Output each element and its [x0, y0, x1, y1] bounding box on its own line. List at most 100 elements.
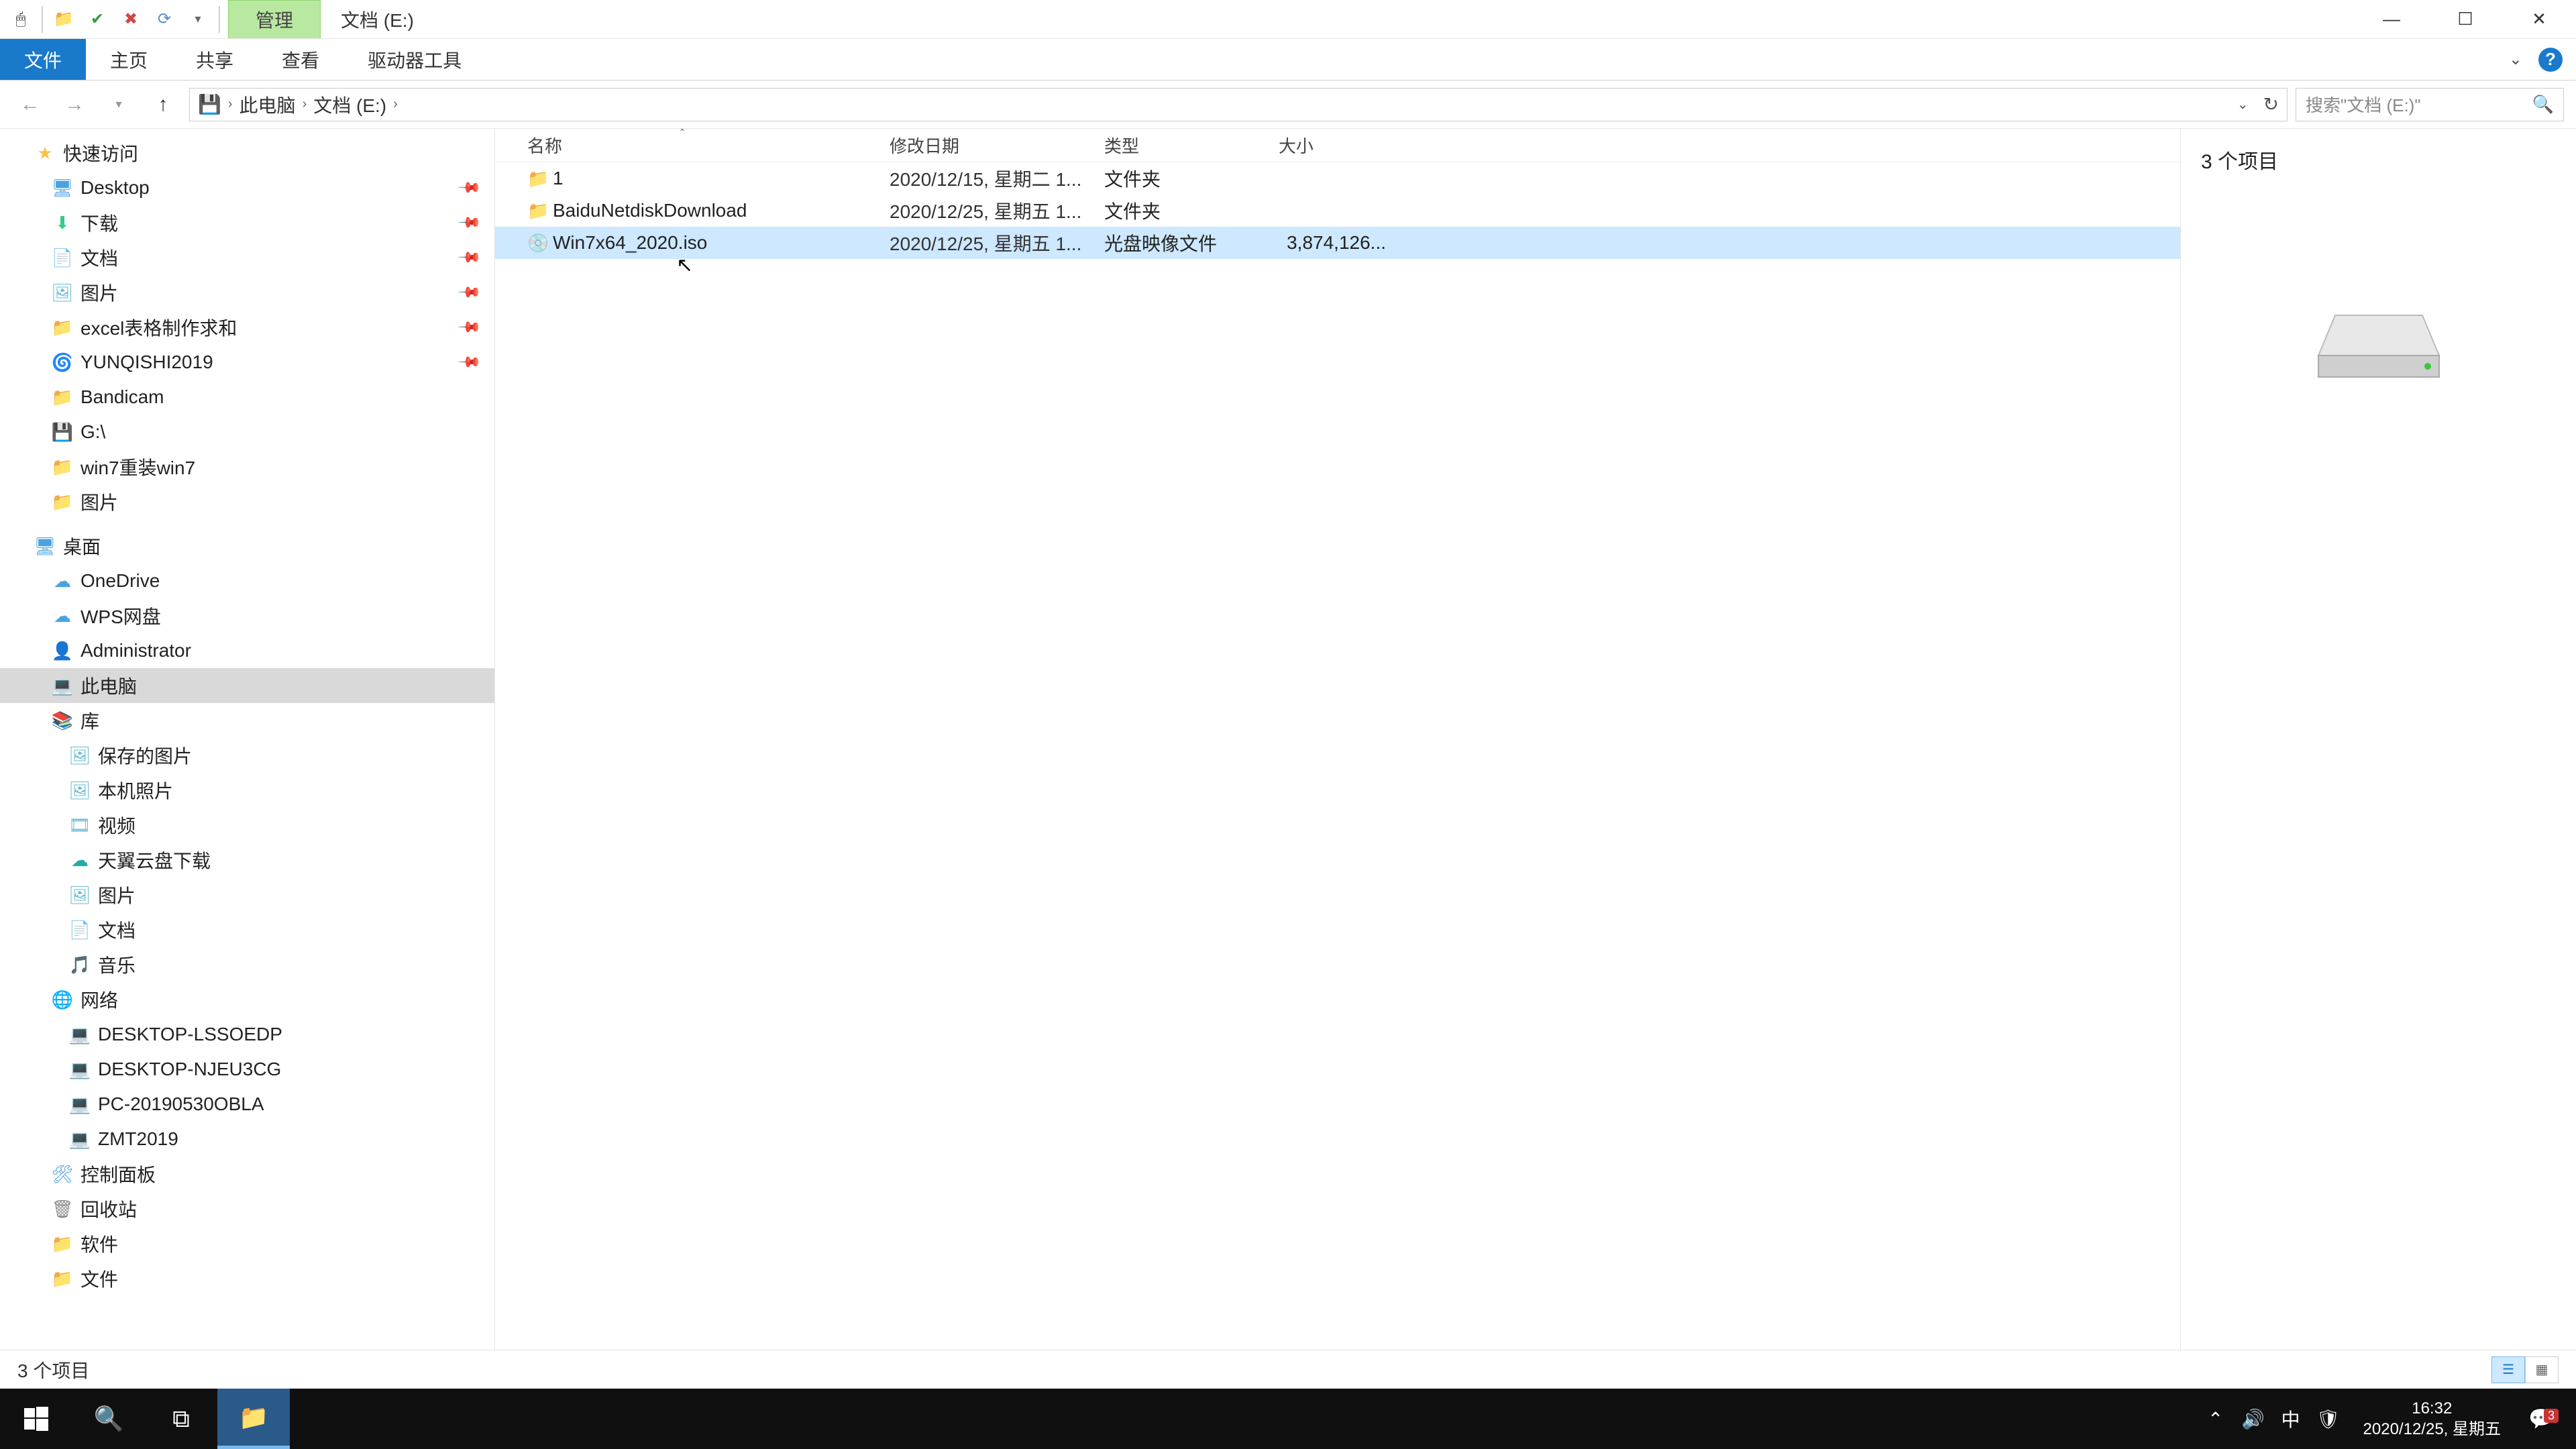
task-view-button[interactable]: ⧉: [145, 1389, 217, 1449]
tray-overflow-icon[interactable]: ⌃: [2197, 1408, 2235, 1430]
view-details-button[interactable]: ☰: [2491, 1356, 2525, 1383]
maximize-button[interactable]: ☐: [2428, 0, 2502, 38]
breadcrumb-this-pc[interactable]: 此电脑: [239, 91, 296, 118]
qat-new-folder-icon[interactable]: 📁: [47, 0, 80, 38]
file-explorer-taskbar-button[interactable]: 📁: [217, 1389, 290, 1449]
tree-item[interactable]: 📁win7重装win7: [0, 449, 494, 484]
tree-item[interactable]: 👤Administrator: [0, 633, 494, 668]
tree-item[interactable]: 🖼保存的图片: [0, 738, 494, 773]
tree-item[interactable]: 📁图片: [0, 484, 494, 519]
file-row[interactable]: 📁BaiduNetdiskDownload2020/12/25, 星期五 1..…: [495, 195, 2180, 227]
recent-locations-dropdown[interactable]: ▾: [101, 87, 137, 123]
ime-indicator[interactable]: 中: [2272, 1405, 2310, 1432]
tree-item[interactable]: 🎞视频: [0, 808, 494, 843]
file-type: 文件夹: [1104, 165, 1279, 192]
qat-customize-dropdown-icon[interactable]: ▾: [181, 0, 215, 38]
tree-item[interactable]: 🖼本机照片: [0, 773, 494, 808]
tree-item[interactable]: 📁软件: [0, 1226, 494, 1261]
tree-item[interactable]: 💾G:\: [0, 415, 494, 449]
search-button[interactable]: 🔍: [72, 1389, 145, 1449]
tree-label: 文件: [80, 1265, 118, 1292]
tree-item-icon: 🛠: [52, 1164, 72, 1185]
tree-item[interactable]: 💻PC-20190530OBLA: [0, 1087, 494, 1122]
refresh-icon[interactable]: ↻: [2263, 93, 2279, 115]
tree-item[interactable]: ☁天翼云盘下载: [0, 843, 494, 877]
tree-label: 控制面板: [80, 1161, 156, 1187]
tree-item[interactable]: 💻此电脑: [0, 668, 494, 703]
tree-item[interactable]: 📄文档📌: [0, 240, 494, 275]
start-button[interactable]: [0, 1389, 72, 1449]
security-icon[interactable]: 🛡: [2310, 1408, 2347, 1430]
tree-item[interactable]: 🎵音乐: [0, 947, 494, 982]
up-button[interactable]: ↑: [145, 87, 181, 123]
contextual-tab-manage[interactable]: 管理: [228, 0, 321, 38]
search-input[interactable]: 搜索"文档 (E:)" 🔍: [2296, 88, 2564, 121]
tree-item[interactable]: 💻DESKTOP-LSSOEDP: [0, 1017, 494, 1052]
file-row[interactable]: 📁12020/12/15, 星期二 1...文件夹: [495, 162, 2180, 195]
tree-item-icon: 💻: [70, 1094, 90, 1115]
tree-item[interactable]: 🖥Desktop📌: [0, 170, 494, 205]
tree-desktop[interactable]: 🖥 桌面: [0, 529, 494, 564]
tree-label: 图片: [98, 881, 136, 908]
navigation-tree[interactable]: ★ 快速访问 🖥Desktop📌⬇下载📌📄文档📌🖼图片📌📁excel表格制作求和…: [0, 129, 495, 1350]
qat-delete-icon[interactable]: ✖: [114, 0, 148, 38]
view-large-icons-button[interactable]: ▦: [2525, 1356, 2559, 1383]
tree-item-icon: 📁: [52, 387, 72, 408]
chevron-right-icon[interactable]: ›: [303, 97, 307, 112]
tree-quick-access[interactable]: ★ 快速访问: [0, 136, 494, 170]
back-button[interactable]: ←: [12, 87, 48, 123]
file-size: 3,874,126...: [1279, 232, 1393, 254]
tree-item[interactable]: 🛠 控制面板: [0, 1157, 494, 1191]
tree-item[interactable]: ☁OneDrive: [0, 564, 494, 598]
address-history-dropdown-icon[interactable]: ⌄: [2237, 96, 2249, 113]
tree-item[interactable]: 📁文件: [0, 1261, 494, 1296]
tree-item[interactable]: 🗑回收站: [0, 1191, 494, 1226]
titlebar: 🖱 📁 ✔ ✖ ⟳ ▾ 管理 文档 (E:) — ☐ ✕: [0, 0, 2576, 39]
qat-properties-icon[interactable]: ✔: [80, 0, 114, 38]
forward-button[interactable]: →: [56, 87, 93, 123]
tab-share[interactable]: 共享: [172, 39, 258, 80]
tree-item[interactable]: 📁Bandicam: [0, 380, 494, 415]
tree-item[interactable]: ☁WPS网盘: [0, 598, 494, 633]
chevron-right-icon[interactable]: ›: [228, 97, 233, 112]
taskbar-clock[interactable]: 16:32 2020/12/25, 星期五: [2347, 1398, 2517, 1440]
column-name[interactable]: 名称: [527, 133, 890, 158]
tab-file[interactable]: 文件: [0, 39, 86, 80]
close-button[interactable]: ✕: [2502, 0, 2576, 38]
column-headers[interactable]: ˆ 名称 修改日期 类型 大小: [495, 129, 2180, 162]
qat-undo-icon[interactable]: ⟳: [148, 0, 181, 38]
tab-view[interactable]: 查看: [258, 39, 343, 80]
tree-label: 桌面: [63, 533, 101, 559]
tree-item[interactable]: 💻ZMT2019: [0, 1122, 494, 1157]
minimize-button[interactable]: —: [2355, 0, 2428, 38]
breadcrumb-current[interactable]: 文档 (E:): [313, 91, 386, 118]
qat-app-icon[interactable]: 🖱: [4, 0, 38, 38]
search-icon[interactable]: 🔍: [2532, 94, 2554, 115]
taskbar[interactable]: 🔍 ⧉ 📁 ⌃ 🔊 中 🛡 16:32 2020/12/25, 星期五 💬3: [0, 1389, 2576, 1449]
tree-item[interactable]: 📚库: [0, 703, 494, 738]
column-date[interactable]: 修改日期: [890, 133, 1104, 158]
tree-item[interactable]: 🖼图片📌: [0, 275, 494, 310]
tree-label: excel表格制作求和: [80, 314, 237, 341]
chevron-right-icon[interactable]: ›: [393, 97, 398, 112]
pin-icon: 📌: [456, 245, 482, 270]
address-bar[interactable]: 💾 › 此电脑 › 文档 (E:) › ⌄ ↻: [189, 88, 2288, 121]
file-row[interactable]: 💿Win7x64_2020.iso2020/12/25, 星期五 1...光盘映…: [495, 227, 2180, 259]
tree-item[interactable]: 🌀YUNQISHI2019📌: [0, 345, 494, 380]
tree-item[interactable]: 🖼图片: [0, 877, 494, 912]
tab-drive-tools[interactable]: 驱动器工具: [343, 39, 486, 80]
tab-home[interactable]: 主页: [86, 39, 172, 80]
sort-indicator-icon: ˆ: [680, 127, 684, 142]
help-button[interactable]: ?: [2538, 48, 2563, 72]
tree-item[interactable]: ⬇下载📌: [0, 205, 494, 240]
desktop-icon: 🖥: [35, 536, 55, 557]
tree-network[interactable]: 🌐 网络: [0, 982, 494, 1017]
tree-item[interactable]: 💻DESKTOP-NJEU3CG: [0, 1052, 494, 1087]
expand-ribbon-icon[interactable]: ⌄: [2509, 50, 2522, 69]
column-size[interactable]: 大小: [1279, 133, 1393, 158]
column-type[interactable]: 类型: [1104, 133, 1279, 158]
tree-item[interactable]: 📄文档: [0, 912, 494, 947]
tree-item[interactable]: 📁excel表格制作求和📌: [0, 310, 494, 345]
action-center-button[interactable]: 💬3: [2517, 1407, 2565, 1431]
volume-icon[interactable]: 🔊: [2235, 1408, 2272, 1430]
